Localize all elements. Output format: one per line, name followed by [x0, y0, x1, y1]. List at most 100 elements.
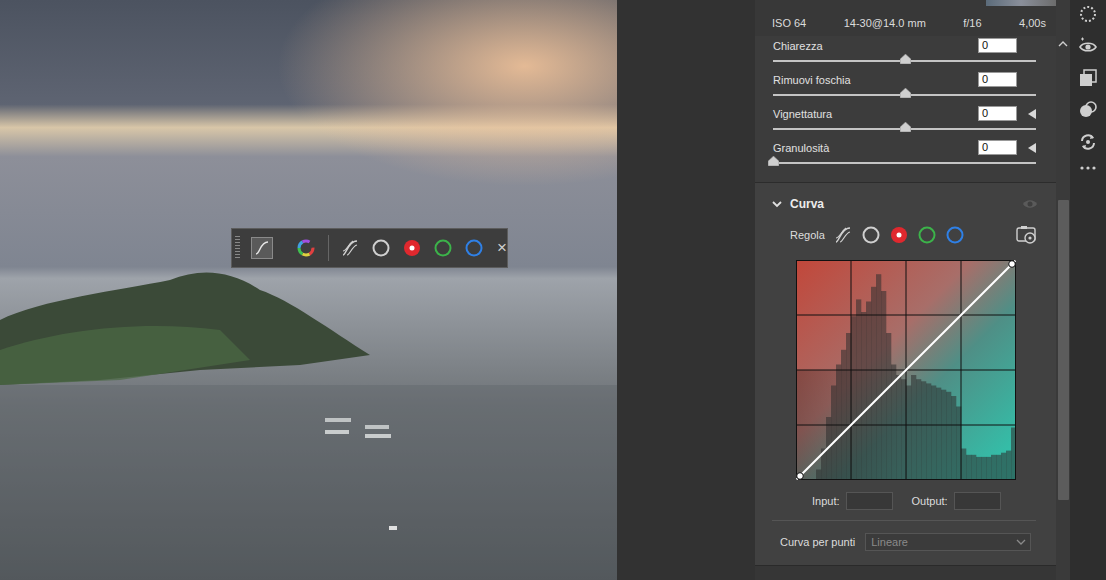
channel-icon[interactable] [464, 238, 484, 258]
adjust-label: Regola [790, 229, 825, 241]
slider-label: Rimuovi foschia [773, 74, 978, 86]
histogram-bar [851, 316, 856, 480]
reset-triangle-icon[interactable] [1028, 143, 1036, 153]
canvas-background [617, 0, 755, 580]
slider-row: Granulosità0 [773, 140, 1036, 174]
camera-info-item: 4,00s [1019, 17, 1046, 29]
histogram-bar [976, 457, 981, 480]
histogram-bar [1006, 451, 1011, 480]
input-field[interactable] [846, 492, 893, 510]
point-curve-label: Curva per punti [780, 536, 855, 548]
curve-icon [254, 240, 270, 256]
point-curve-dropdown: Lineare [865, 533, 1031, 551]
presets-icon[interactable] [1078, 68, 1098, 88]
reset-slot [1017, 143, 1036, 153]
curve-header[interactable]: Curva [755, 183, 1056, 217]
scroll-thumb[interactable] [1058, 200, 1069, 500]
curve-point[interactable] [1009, 261, 1016, 268]
slider-value-field[interactable]: 0 [978, 72, 1017, 87]
channel-icon[interactable] [402, 238, 422, 258]
camera-info: ISO 6414-30@14.0 mmf/164,00s [755, 0, 1056, 36]
histogram-bar [871, 287, 876, 480]
photo: × [0, 0, 617, 580]
histogram-bar [861, 312, 866, 480]
slider-track[interactable] [773, 54, 1036, 68]
slider-track[interactable] [773, 122, 1036, 136]
adjustments-panel: ISO 6414-30@14.0 mmf/164,00sChiarezza0Ri… [755, 0, 1056, 580]
parametric-curve-icon[interactable] [833, 225, 853, 245]
slider-track[interactable] [773, 156, 1036, 170]
point-curve-row: Curva per punti Lineare [755, 521, 1056, 551]
toolbar-separator [328, 235, 329, 261]
slider-list: Chiarezza0Rimuovi foschia0Vignettatura0G… [755, 36, 1056, 182]
crop-icon[interactable] [1078, 4, 1098, 24]
slider-knob[interactable] [900, 88, 911, 98]
channel-icon[interactable] [861, 225, 881, 245]
curve-graph[interactable] [796, 260, 1016, 480]
scrollbar[interactable] [1056, 0, 1070, 580]
section-title: Curva [790, 197, 1014, 211]
close-button[interactable]: × [495, 238, 509, 258]
chevron-icon[interactable] [772, 199, 782, 209]
slider-value-field[interactable]: 0 [978, 106, 1017, 121]
curve-tool-button[interactable] [251, 237, 273, 259]
channel-icon[interactable] [945, 225, 965, 245]
histogram-bar [991, 455, 996, 480]
tone-curve[interactable] [797, 261, 1016, 480]
slider-knob[interactable] [900, 54, 911, 64]
color-wheel-icon [297, 239, 315, 257]
dropdown-value: Lineare [871, 536, 1016, 548]
histogram-bar [921, 381, 926, 480]
snapshots-icon[interactable] [1078, 132, 1098, 152]
histogram-bar [951, 396, 956, 480]
scroll-up-icon[interactable] [1058, 40, 1068, 48]
histogram-bar [881, 291, 886, 480]
histogram-bar [916, 379, 921, 480]
parametric-curve-icon[interactable] [340, 238, 360, 258]
camera-info-item: 14-30@14.0 mm [844, 17, 926, 29]
reset-triangle-icon[interactable] [1028, 109, 1036, 119]
output-field[interactable] [954, 492, 1001, 510]
histogram-bar [966, 455, 971, 480]
slider-label: Granulosità [773, 142, 978, 154]
histogram-bar [911, 375, 916, 480]
channel-icon[interactable] [917, 225, 937, 245]
knob-shape-icon [900, 122, 911, 132]
slider-label: Chiarezza [773, 40, 978, 52]
slider-row: Chiarezza0 [773, 38, 1036, 72]
histogram-bar [936, 388, 941, 480]
slider-knob[interactable] [900, 122, 911, 132]
curve-point[interactable] [797, 473, 804, 480]
next-section [755, 566, 1056, 580]
histogram-bar [836, 365, 841, 481]
slider-value-field[interactable]: 0 [978, 140, 1017, 155]
red-eye-icon[interactable] [1078, 36, 1098, 56]
histogram-bar [981, 457, 986, 480]
histogram-bar [816, 470, 821, 481]
more-icon[interactable] [1078, 164, 1098, 172]
slider-value-field[interactable]: 0 [978, 38, 1017, 53]
masking-icon[interactable] [1078, 100, 1098, 120]
target-adjust-icon[interactable] [1016, 225, 1038, 245]
slider-track[interactable] [773, 88, 1036, 102]
toolbar-grip[interactable] [235, 236, 240, 260]
histogram-bar [996, 455, 1001, 480]
histogram-bar [856, 299, 861, 480]
histogram-bar [926, 383, 931, 480]
camera-info-item: f/16 [963, 17, 981, 29]
histogram-bar [886, 333, 891, 480]
curve-section: CurvaRegolaInput:Output:Curva per puntiL… [755, 182, 1056, 566]
floating-toolbar[interactable]: × [231, 228, 508, 268]
channel-icon[interactable] [889, 225, 909, 245]
histogram-bar [866, 302, 871, 481]
eye-icon[interactable] [1022, 198, 1038, 210]
histogram-bar [906, 386, 911, 481]
histogram-bar [941, 390, 946, 480]
slider-knob[interactable] [768, 156, 779, 166]
dropdown-arrow-icon [1016, 538, 1026, 546]
color-wheel-tool-button[interactable] [295, 237, 317, 259]
channel-icon[interactable] [433, 238, 453, 258]
divider [772, 520, 1036, 521]
output-label: Output: [912, 495, 948, 507]
channel-icon[interactable] [371, 238, 391, 258]
